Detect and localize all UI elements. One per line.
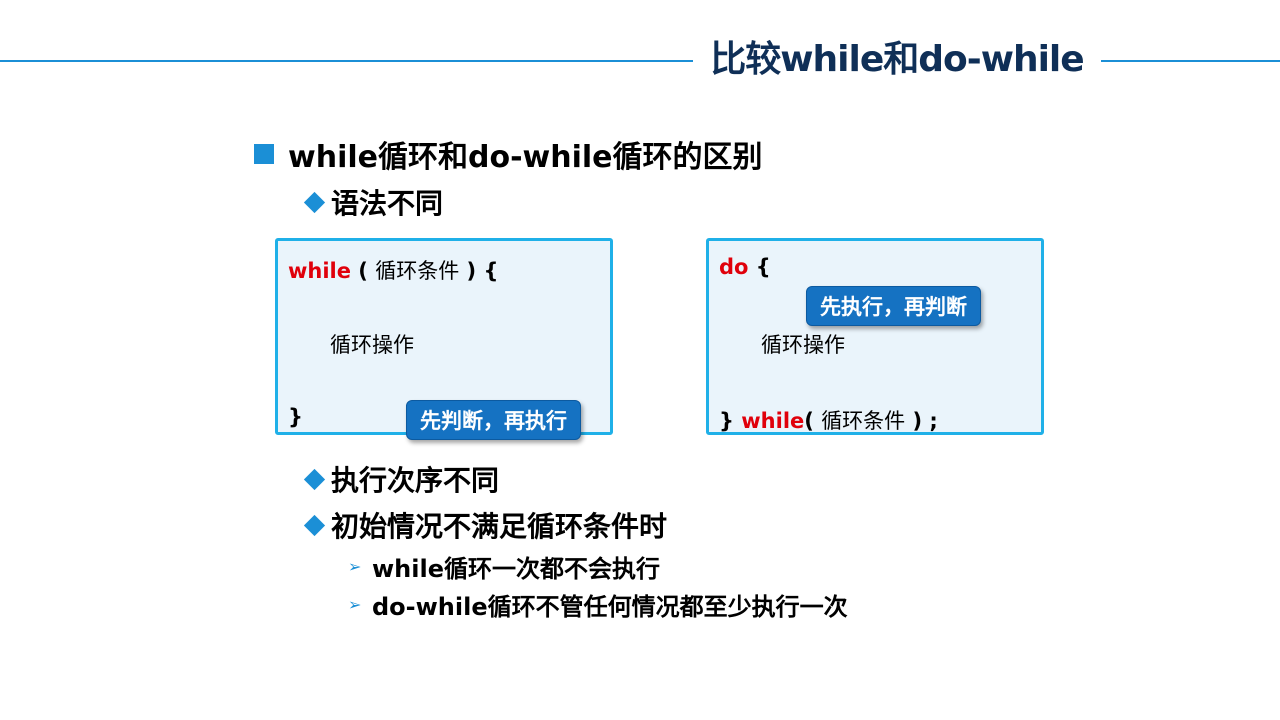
slide-title: 比较while和do-while — [710, 39, 1084, 80]
sub-point-text: 语法不同 — [331, 187, 444, 220]
do-while-code-box: do { 循环操作 } while( 循环条件 ) ; — [706, 238, 1044, 435]
title-rule-right — [1101, 60, 1280, 62]
main-heading: while循环和do-while循环的区别 — [288, 140, 763, 175]
diamond-bullet-icon — [303, 468, 326, 490]
diamond-bullet-icon — [303, 191, 326, 213]
callout-execute-first: 先执行，再判断 — [806, 286, 981, 326]
sub-point-initial: 初始情况不满足循环条件时 — [302, 505, 667, 545]
loop-body: 循环操作 — [330, 333, 414, 357]
do-while-footer-line: } while( 循环条件 ) ; — [719, 405, 938, 435]
do-keyword: do — [719, 255, 749, 279]
detail-text: while循环一次都不会执行 — [372, 554, 660, 583]
title-rule-left — [0, 60, 693, 62]
open-brace: { — [748, 255, 771, 279]
sub-point-text: 初始情况不满足循环条件时 — [331, 510, 668, 543]
loop-condition: 循环条件 — [375, 259, 460, 283]
while-header-line: while ( 循环条件 ) { — [288, 255, 498, 285]
close-paren-brace: ) { — [459, 259, 499, 283]
sub-point-syntax: 语法不同 — [302, 182, 443, 222]
closing-brace: } — [719, 409, 742, 433]
loop-condition: 循环条件 — [821, 409, 906, 433]
square-bullet-icon — [254, 144, 274, 164]
open-paren: ( — [351, 259, 376, 283]
sub-point-order: 执行次序不同 — [302, 459, 499, 499]
sub-point-text: 执行次序不同 — [331, 464, 500, 497]
while-keyword: while — [288, 259, 351, 283]
detail-while: ➢ while循环一次都不会执行 — [348, 550, 660, 583]
do-header-line: do { — [719, 255, 771, 279]
close-paren-semicolon: ) ; — [905, 409, 938, 433]
while-keyword: while — [741, 409, 805, 433]
closing-brace: } — [288, 405, 303, 429]
arrow-bullet-icon: ➢ — [348, 556, 362, 576]
main-bullet: while循环和do-while循环的区别 — [254, 134, 763, 175]
detail-do-while: ➢ do-while循环不管任何情况都至少执行一次 — [348, 588, 848, 621]
loop-body: 循环操作 — [761, 333, 845, 357]
diamond-bullet-icon — [303, 514, 326, 536]
detail-text: do-while循环不管任何情况都至少执行一次 — [372, 592, 848, 621]
callout-check-first: 先判断，再执行 — [406, 400, 581, 440]
open-paren: ( — [804, 409, 822, 433]
arrow-bullet-icon: ➢ — [348, 594, 362, 614]
